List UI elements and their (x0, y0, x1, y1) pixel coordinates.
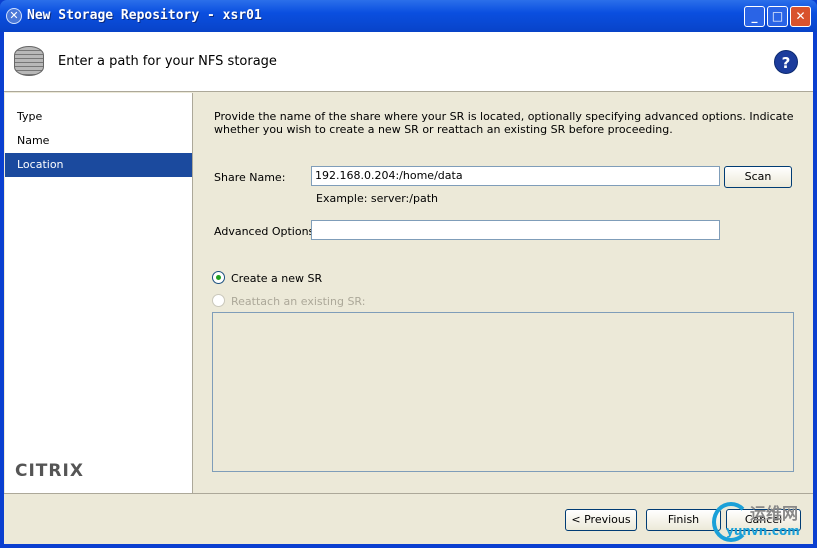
scan-button[interactable]: Scan (724, 166, 792, 188)
watermark-en: yunvn.com (726, 524, 800, 538)
share-name-label: Share Name: (214, 171, 286, 184)
storage-disk-icon (14, 46, 44, 76)
step-type[interactable]: Type (5, 105, 192, 129)
maximize-button[interactable]: □ (767, 6, 788, 27)
advanced-options-input[interactable] (311, 220, 720, 240)
description: Provide the name of the share where your… (214, 110, 794, 136)
reattach-label: Reattach an existing SR: (231, 295, 366, 308)
citrix-logo: CITRIX (15, 461, 84, 481)
share-example: Example: server:/path (316, 192, 438, 205)
watermark-logo: 运维网 yunvn.com (712, 500, 817, 544)
watermark-cn: 运维网 (750, 504, 799, 523)
previous-button[interactable]: < Previous (565, 509, 637, 531)
app-icon: ✕ (6, 8, 22, 24)
step-location[interactable]: Location (5, 153, 192, 177)
create-new-radio[interactable] (212, 271, 225, 284)
finish-button[interactable]: Finish (646, 509, 721, 531)
existing-sr-list (212, 312, 794, 472)
step-name[interactable]: Name (5, 129, 192, 153)
close-button[interactable]: ✕ (790, 6, 811, 27)
reattach-radio (212, 294, 225, 307)
minimize-button[interactable]: _ (744, 6, 765, 27)
location-panel: Provide the name of the share where your… (194, 93, 813, 493)
window-title: New Storage Repository - xsr01 (27, 8, 262, 23)
wizard-header: Enter a path for your NFS storage ? (4, 32, 813, 92)
wizard-dialog: Enter a path for your NFS storage ? Type… (4, 32, 813, 544)
create-new-label[interactable]: Create a new SR (231, 272, 322, 285)
page-title: Enter a path for your NFS storage (58, 54, 277, 69)
advanced-options-label: Advanced Options: (214, 225, 318, 238)
help-icon[interactable]: ? (774, 50, 798, 74)
share-name-input[interactable]: 192.168.0.204:/home/data (311, 166, 720, 186)
wizard-steps: Type Name Location CITRIX (5, 93, 193, 493)
title-bar: ✕ New Storage Repository - xsr01 _ □ ✕ (0, 0, 817, 32)
button-bar: < Previous Finish Cancel (4, 493, 813, 544)
